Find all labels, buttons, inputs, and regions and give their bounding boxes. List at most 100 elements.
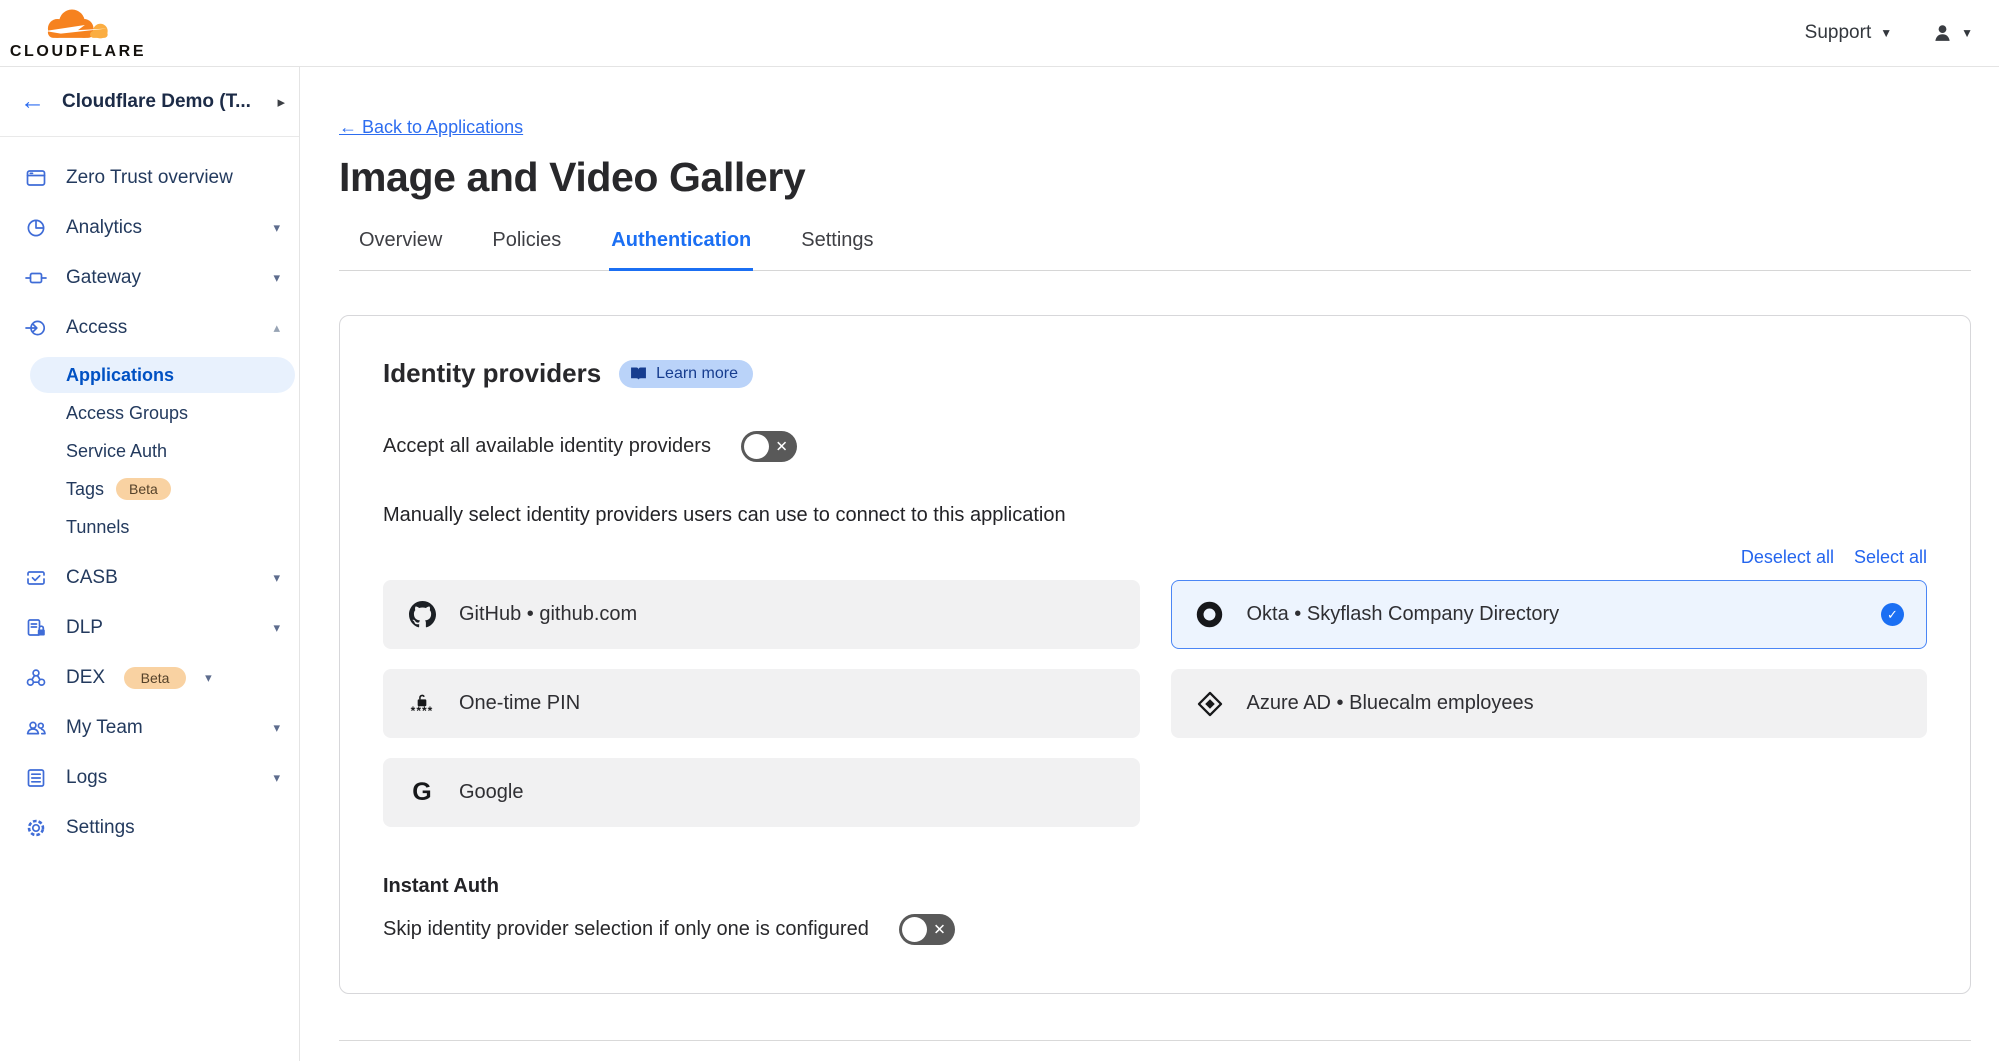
- access-subnav: Applications Access Groups Service Auth …: [0, 353, 299, 553]
- sidebar-item-my-team[interactable]: My Team ▾: [0, 703, 299, 753]
- list-document-icon: [25, 767, 47, 789]
- sidebar-subitem-label: Access Groups: [66, 403, 188, 424]
- learn-more-badge[interactable]: Learn more: [619, 360, 753, 388]
- support-menu[interactable]: Support ▼: [1805, 22, 1892, 44]
- cloudflare-cloud-icon: [35, 5, 121, 45]
- sidebar-subitem-label: Applications: [66, 365, 174, 386]
- deselect-all-link[interactable]: Deselect all: [1741, 547, 1834, 568]
- sidebar-item-label: Gateway: [66, 267, 254, 289]
- network-nodes-icon: [25, 667, 47, 689]
- top-bar-right: Support ▼ ▼: [1805, 22, 1973, 44]
- main-content: ← Back to Applications Image and Video G…: [301, 67, 1999, 1061]
- provider-tile-okta[interactable]: Okta • Skyflash Company Directory ✓: [1171, 580, 1928, 649]
- sidebar-item-access-groups[interactable]: Access Groups: [0, 395, 299, 431]
- user-menu[interactable]: ▼: [1932, 23, 1973, 44]
- provider-tile-one-time-pin[interactable]: **** One-time PIN: [383, 669, 1140, 738]
- select-all-link[interactable]: Select all: [1854, 547, 1927, 568]
- provider-name: Azure AD • Bluecalm employees: [1247, 692, 1905, 715]
- sidebar-item-label: My Team: [66, 717, 254, 739]
- gateway-icon: [25, 267, 47, 289]
- cloudflare-logo: CLOUDFLARE: [14, 5, 142, 61]
- back-arrow-icon[interactable]: ←: [20, 89, 45, 114]
- sidebar-item-settings[interactable]: Settings: [0, 803, 299, 853]
- chevron-down-icon: ▾: [273, 770, 280, 786]
- chevron-down-icon: ▾: [273, 620, 280, 636]
- user-avatar-icon: [1932, 23, 1953, 44]
- selected-check-icon: ✓: [1881, 603, 1904, 626]
- cloudflare-wordmark: CLOUDFLARE: [10, 43, 146, 61]
- provider-name: Google: [459, 781, 1117, 804]
- github-icon: [408, 601, 436, 628]
- toggle-off-x-icon: ✕: [775, 439, 788, 454]
- beta-badge: Beta: [124, 667, 186, 689]
- back-link-label: Back to Applications: [362, 117, 523, 137]
- sidebar-item-dlp[interactable]: DLP ▾: [0, 603, 299, 653]
- sidebar-subitem-label: Service Auth: [66, 441, 167, 462]
- toggle-knob: [744, 434, 769, 459]
- sidebar-item-tunnels[interactable]: Tunnels: [0, 509, 299, 545]
- zero-trust-dashboard: CLOUDFLARE Support ▼ ▼ ← Cloudflare Demo…: [0, 0, 1999, 1061]
- document-lock-icon: [25, 617, 47, 639]
- beta-badge: Beta: [116, 478, 171, 500]
- one-time-pin-lock-icon: ****: [408, 694, 436, 714]
- sidebar-item-service-auth[interactable]: Service Auth: [0, 433, 299, 469]
- tab-policies[interactable]: Policies: [490, 229, 563, 271]
- sidebar-account-header: ← Cloudflare Demo (T... ▸: [0, 67, 299, 137]
- sidebar-item-tags[interactable]: Tags Beta: [0, 471, 299, 507]
- manual-select-text: Manually select identity providers users…: [383, 504, 1927, 527]
- casb-box-check-icon: [25, 567, 47, 589]
- account-expand-chevron-icon[interactable]: ▸: [277, 93, 285, 111]
- sidebar-item-casb[interactable]: CASB ▾: [0, 553, 299, 603]
- sidebar-item-analytics[interactable]: Analytics ▾: [0, 203, 299, 253]
- sidebar-item-label: Zero Trust overview: [66, 167, 280, 189]
- chevron-down-icon: ▾: [273, 220, 280, 236]
- provider-name: Okta • Skyflash Company Directory: [1247, 603, 1859, 626]
- window-icon: [25, 167, 47, 189]
- support-label: Support: [1805, 22, 1872, 44]
- accept-all-label: Accept all available identity providers: [383, 435, 711, 458]
- google-g-icon: G: [408, 780, 436, 805]
- providers-grid: GitHub • github.com Okta • Skyflash Comp…: [383, 580, 1927, 827]
- pie-chart-icon: [25, 217, 47, 239]
- pin-asterisks: ****: [411, 708, 434, 714]
- sidebar-item-access[interactable]: Access ▴: [0, 303, 299, 353]
- tab-settings[interactable]: Settings: [799, 229, 875, 271]
- card-title: Identity providers: [383, 358, 601, 389]
- book-icon: [630, 366, 647, 381]
- footer-actions: Cancel Save application: [339, 1041, 1971, 1061]
- accept-all-toggle[interactable]: ✕: [741, 431, 797, 462]
- provider-tile-google[interactable]: G Google: [383, 758, 1140, 827]
- chevron-down-icon: ▾: [205, 670, 212, 686]
- page-title: Image and Video Gallery: [339, 154, 1971, 201]
- tab-overview[interactable]: Overview: [357, 229, 444, 271]
- sidebar-item-applications[interactable]: Applications: [30, 357, 295, 393]
- google-g-letter: G: [412, 780, 431, 805]
- skip-label: Skip identity provider selection if only…: [383, 918, 869, 941]
- instant-auth-toggle[interactable]: ✕: [899, 914, 955, 945]
- chevron-down-icon: ▾: [273, 270, 280, 286]
- sidebar-item-gateway[interactable]: Gateway ▾: [0, 253, 299, 303]
- provider-tile-github[interactable]: GitHub • github.com: [383, 580, 1140, 649]
- identity-providers-card: Identity providers Learn more Accept all…: [339, 315, 1971, 994]
- access-icon: [25, 317, 47, 339]
- sidebar-item-logs[interactable]: Logs ▾: [0, 753, 299, 803]
- tab-authentication[interactable]: Authentication: [609, 229, 753, 271]
- provider-name: GitHub • github.com: [459, 603, 1117, 626]
- chevron-down-icon: ▾: [273, 570, 280, 586]
- user-caret-icon: ▼: [1961, 26, 1973, 40]
- accept-all-row: Accept all available identity providers …: [383, 431, 1927, 462]
- sidebar-item-zero-trust-overview[interactable]: Zero Trust overview: [0, 153, 299, 203]
- grid-empty-cell: [1171, 758, 1928, 827]
- back-to-applications-link[interactable]: ← Back to Applications: [339, 117, 523, 138]
- sidebar-item-label: Access: [66, 317, 254, 339]
- sidebar-item-label: Logs: [66, 767, 254, 789]
- provider-tile-azure-ad[interactable]: Azure AD • Bluecalm employees: [1171, 669, 1928, 738]
- sidebar-subitem-label: Tunnels: [66, 517, 129, 538]
- people-icon: [25, 717, 47, 739]
- support-caret-icon: ▼: [1880, 26, 1892, 40]
- azure-ad-icon: [1196, 691, 1224, 717]
- sidebar-item-dex[interactable]: DEX Beta ▾: [0, 653, 299, 703]
- learn-more-label: Learn more: [656, 365, 738, 383]
- sidebar-item-label: CASB: [66, 567, 254, 589]
- sidebar-item-label: DLP: [66, 617, 254, 639]
